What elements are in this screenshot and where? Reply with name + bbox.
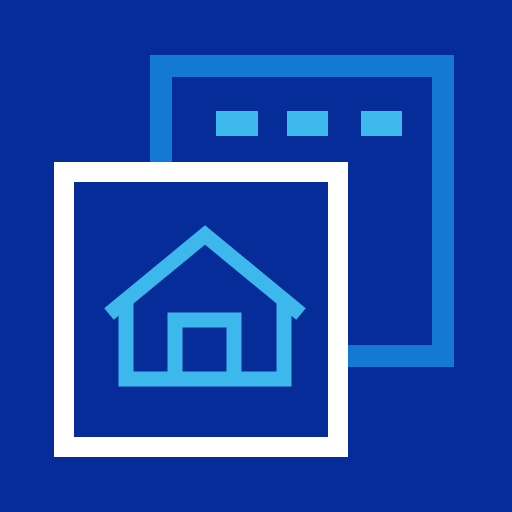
window-dots-icon — [216, 111, 402, 136]
window-dot — [361, 111, 402, 136]
window-dot — [287, 111, 328, 136]
home-page-window-icon — [0, 0, 512, 512]
app-icon — [0, 0, 512, 512]
window-dot — [216, 111, 258, 136]
